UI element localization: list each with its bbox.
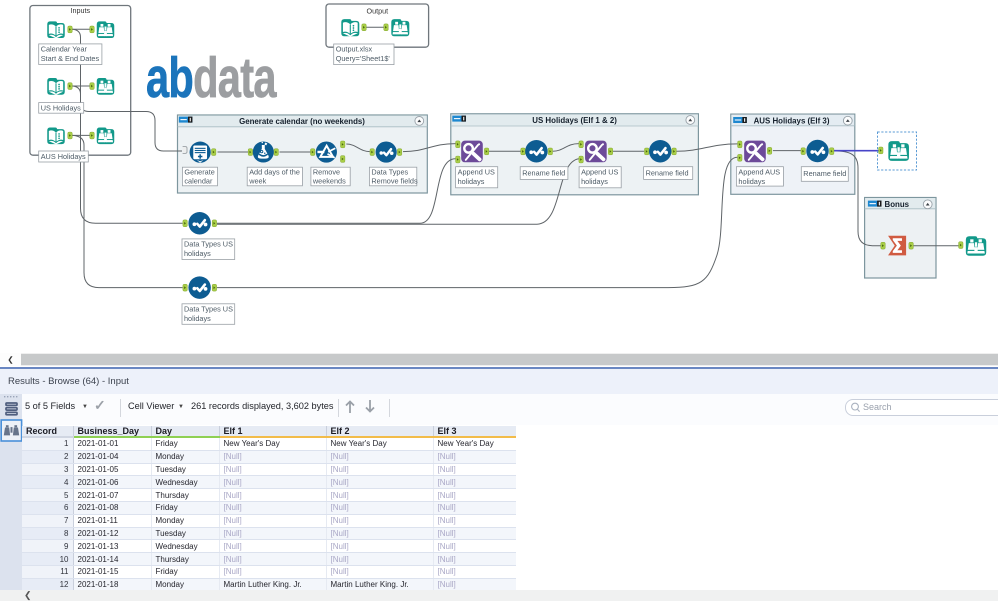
svg-text:Rename field: Rename field	[522, 168, 565, 177]
svg-text:holidays: holidays	[184, 314, 211, 323]
svg-text:Remove: Remove	[313, 168, 340, 177]
svg-text:holidays: holidays	[458, 177, 485, 186]
svg-text:US Holidays (Elf 1 & 2): US Holidays (Elf 1 & 2)	[532, 116, 617, 125]
svg-text:AUS Holidays (Elf 3): AUS Holidays (Elf 3)	[754, 116, 830, 125]
svg-text:Append AUS: Append AUS	[738, 167, 780, 176]
svg-text:Data Types US: Data Types US	[184, 305, 233, 314]
svg-text:holidays: holidays	[581, 177, 608, 186]
svg-text:Rename field: Rename field	[803, 169, 846, 178]
svg-text:holidays: holidays	[184, 249, 211, 258]
svg-text:Start & End Dates: Start & End Dates	[41, 54, 100, 63]
svg-text:Generate calendar (no weekends: Generate calendar (no weekends)	[239, 117, 365, 126]
svg-text:Append US: Append US	[458, 167, 495, 176]
svg-text:Calendar Year: Calendar Year	[41, 45, 88, 54]
svg-text:Data Types US: Data Types US	[184, 240, 233, 249]
svg-text:US Holidays: US Holidays	[41, 103, 81, 112]
svg-text:calendar: calendar	[184, 177, 213, 186]
svg-text:holidays: holidays	[738, 177, 765, 186]
svg-text:Remove fields: Remove fields	[371, 177, 418, 186]
svg-text:Bonus: Bonus	[885, 200, 910, 209]
svg-text:week: week	[248, 177, 266, 186]
svg-text:Generate: Generate	[184, 168, 214, 177]
svg-text:Output.xlsx: Output.xlsx	[336, 45, 373, 54]
svg-text:AUS Holidays: AUS Holidays	[41, 152, 86, 161]
svg-text:Data Types: Data Types	[371, 168, 408, 177]
svg-text:Inputs: Inputs	[71, 6, 91, 15]
svg-text:Query='Sheet1$': Query='Sheet1$'	[336, 54, 391, 63]
svg-text:Rename field: Rename field	[646, 168, 689, 177]
svg-text:Append US: Append US	[581, 167, 618, 176]
svg-text:weekends: weekends	[312, 177, 346, 186]
svg-text:Add days of the: Add days of the	[249, 168, 300, 177]
svg-text:Output: Output	[367, 6, 389, 15]
